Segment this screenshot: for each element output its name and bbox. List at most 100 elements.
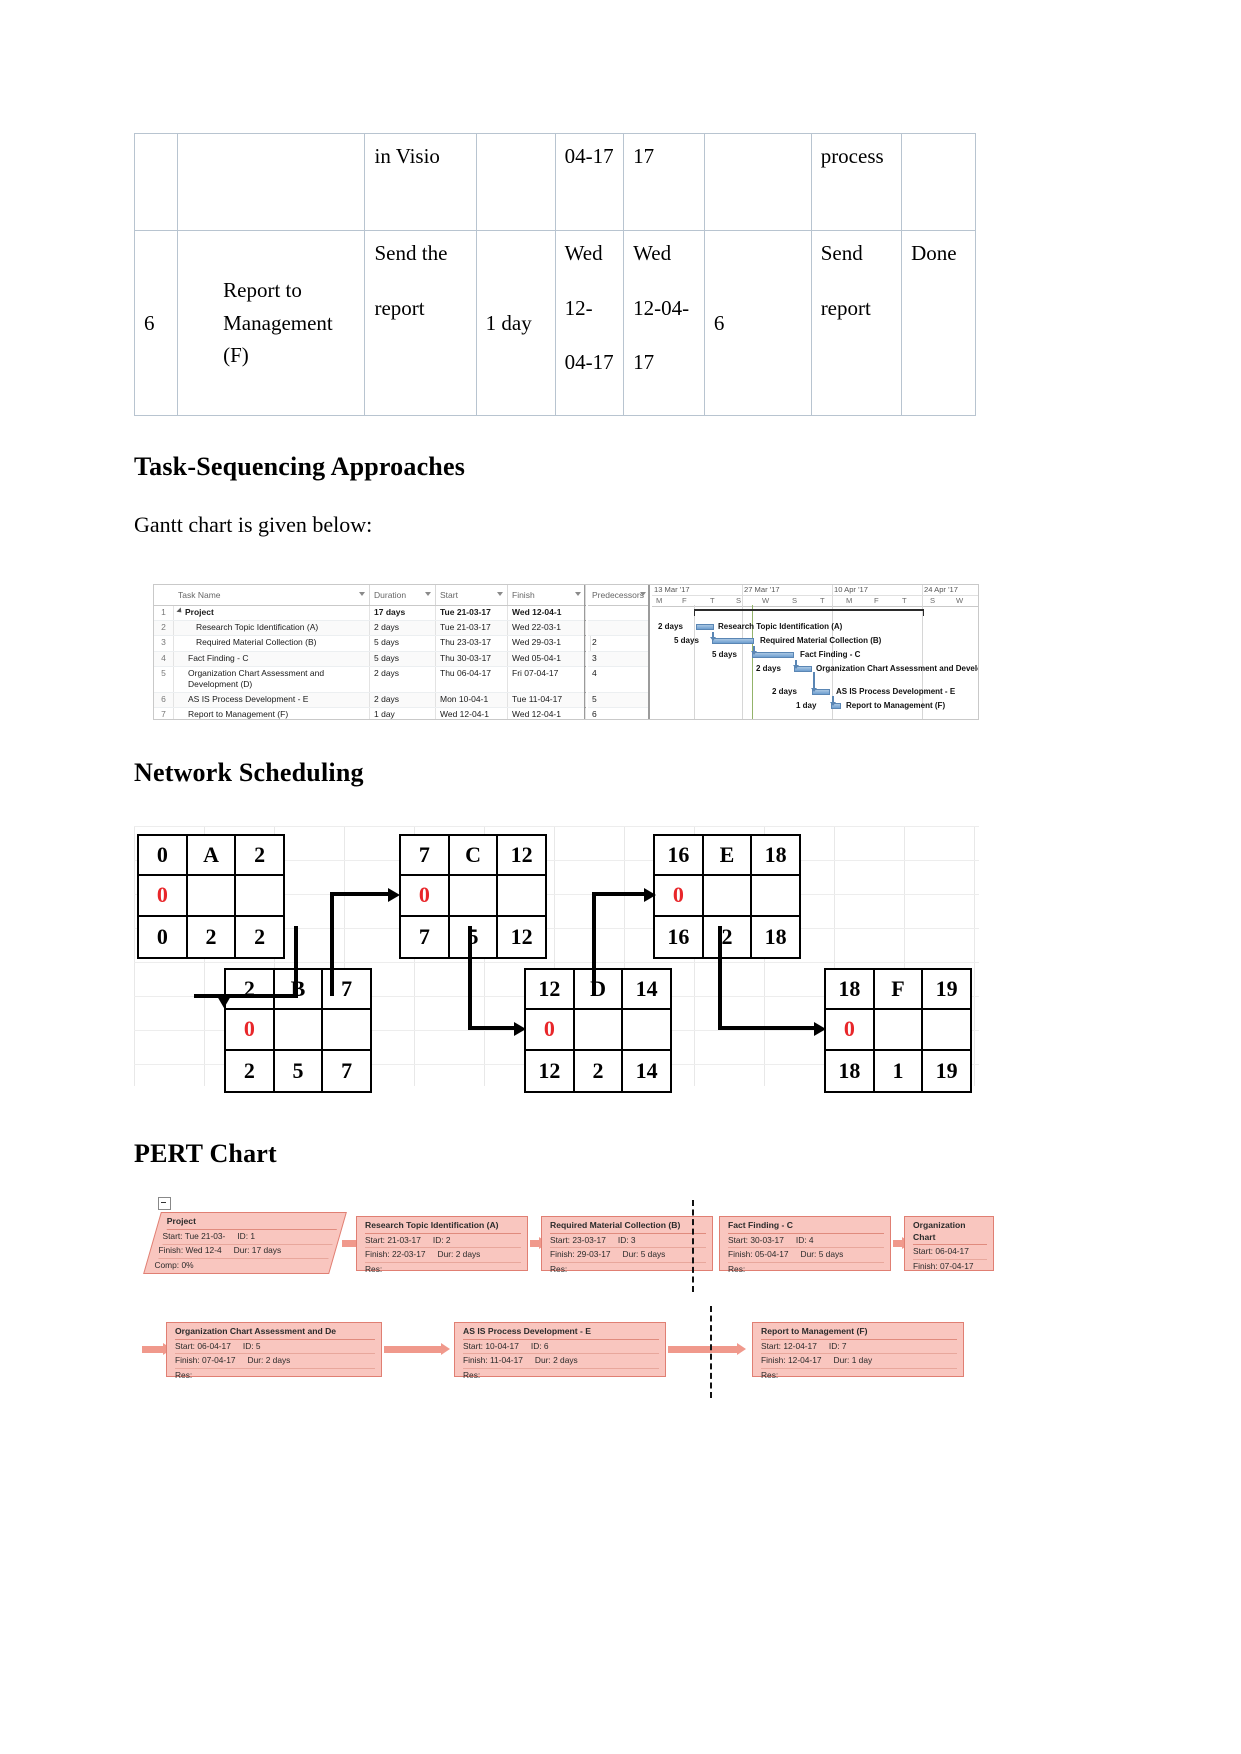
pert-node-project[interactable]: Project Start: Tue 21-03- ID: 1 Finish: W… (143, 1212, 347, 1274)
gantt-task-name: Required Material Collection (B) (174, 636, 370, 651)
gantt-row[interactable]: 1 Project 17 days Tue 21-03-17 Wed 12-04… (154, 606, 586, 622)
pert-node-c[interactable]: Fact Finding - C Start: 30-03-17 ID: 4 Fi… (719, 1216, 891, 1274)
node-activity: E (704, 836, 753, 875)
node-late-start: 0 (139, 916, 188, 957)
pert-node-start-id: Start: 23-03-17 ID: 3 (550, 1235, 706, 1249)
week-label: 27 Mar '17 (744, 585, 780, 594)
gantt-duration: 5 days (370, 651, 436, 666)
node-early-start: 12 (526, 970, 575, 1009)
pert-node-finish: Finish: 07-04-17 (913, 1261, 987, 1270)
pert-node-res: Res: (550, 1263, 568, 1274)
gantt-bar-b[interactable] (712, 638, 754, 644)
network-node-f[interactable]: 18 F 19 0 18 1 19 (824, 968, 972, 1093)
network-node-e[interactable]: 16 E 18 0 16 2 18 (653, 834, 801, 959)
gantt-bar-a[interactable] (696, 624, 714, 630)
gantt-start: Mon 10-04-1 (436, 692, 508, 707)
gantt-col-duration[interactable]: Duration (370, 585, 436, 605)
gantt-timescale: 13 Mar '17 27 Mar '17 10 Apr '17 24 Apr … (652, 585, 978, 719)
pert-node-d[interactable]: Organization Chart Assessment and De Sta… (166, 1322, 382, 1380)
pert-node-a[interactable]: Research Topic Identification (A) Start:… (356, 1216, 528, 1274)
node-activity: F (875, 970, 924, 1009)
pert-node-d-partial[interactable]: Organization Chart Start: 06-04-17 Finis… (904, 1216, 994, 1271)
collapse-triangle-icon[interactable] (176, 607, 184, 615)
gantt-duration: 17 days (370, 606, 436, 621)
cell-duration (475, 133, 556, 231)
gantt-chart: Task Name Duration Start Finish 1 Projec… (153, 584, 979, 720)
gantt-bar-c[interactable] (752, 652, 794, 658)
gantt-pred-cell: 4 (588, 667, 648, 693)
gantt-intro-text: Gantt chart is given below: (134, 512, 373, 537)
desc-line-2: report (374, 295, 425, 320)
gantt-row-number: 2 (154, 621, 174, 636)
cell-status: Done (901, 230, 976, 416)
pert-node-finish-dur: Finish: 11-04-17 Dur: 2 days (463, 1355, 659, 1369)
gantt-col-finish[interactable]: Finish (508, 585, 586, 605)
chevron-down-icon[interactable] (497, 592, 503, 596)
gantt-pred-cell: 3 (588, 651, 648, 667)
finish-line-3: 17 (633, 350, 655, 375)
node-slack: 0 (401, 876, 450, 915)
chevron-down-icon[interactable] (640, 592, 646, 596)
cell-resources: Send report (810, 230, 903, 416)
node-duration: 5 (275, 1050, 324, 1091)
gantt-task-name: Research Topic Identification (A) (174, 621, 370, 636)
table-row: 6 Report to Management (F) Send the repo… (133, 230, 976, 416)
gantt-pred-cell: 2 (588, 636, 648, 652)
gantt-bar-text: Report to Management (F) (846, 701, 946, 710)
pert-node-start: Start: 06-04-17 (913, 1246, 987, 1260)
gantt-summary-bar (694, 609, 924, 616)
network-link-a-b (294, 926, 298, 998)
chevron-down-icon[interactable] (359, 592, 365, 596)
node-early-finish: 12 (510, 842, 533, 868)
task-detail-table: in Visio 04-17 17 process 6 Report to Ma… (133, 133, 976, 416)
desc-line-1: Send the (374, 241, 448, 265)
gantt-row-number: 7 (154, 707, 174, 719)
gantt-row-number: 3 (154, 636, 174, 651)
gantt-task-name: Fact Finding - C (174, 651, 370, 666)
node-early-start: 2 (226, 970, 275, 1009)
node-early-start: 7 (401, 836, 450, 875)
network-node-d[interactable]: 12 D 14 0 12 2 14 (524, 968, 672, 1093)
cell-description: in Visio (364, 133, 477, 231)
page-heading-network-scheduling: Network Scheduling (134, 758, 364, 787)
gantt-duration: 2 days (370, 621, 436, 636)
week-label: 10 Apr '17 (834, 585, 868, 594)
gantt-finish: Fri 07-04-17 (508, 666, 586, 692)
node-slack: 0 (526, 1010, 575, 1049)
gantt-row[interactable]: 7 Report to Management (F) 1 day Wed 12-… (154, 707, 586, 719)
node-slack: 0 (226, 1010, 275, 1049)
pert-node-f[interactable]: Report to Management (F) Start: 12-04-17… (752, 1322, 964, 1380)
network-node-a[interactable]: 0 A 2 0 0 2 2 (137, 834, 285, 959)
network-node-b[interactable]: 2 B 7 0 2 5 7 (224, 968, 372, 1093)
gantt-row[interactable]: 4 Fact Finding - C 5 days Thu 30-03-17 W… (154, 651, 586, 667)
gantt-timeline-pane: Predecessors 2 3 4 5 6 13 Mar '17 27 Mar… (588, 585, 978, 719)
chevron-down-icon[interactable] (425, 592, 431, 596)
node-early-finish: 18 (764, 842, 787, 868)
gantt-col-task-name[interactable]: Task Name (174, 585, 370, 605)
cell-start: Wed 12- 04-17 (554, 230, 625, 416)
gantt-start: Thu 06-04-17 (436, 666, 508, 692)
pert-node-b[interactable]: Required Material Collection (B) Start: … (541, 1216, 713, 1274)
pert-link-4 (142, 1343, 172, 1355)
network-node-c[interactable]: 7 C 12 0 7 5 12 (399, 834, 547, 959)
gantt-row[interactable]: 5 Organization Chart Assessment and Deve… (154, 666, 586, 693)
gantt-row[interactable]: 6 AS IS Process Development - E 2 days M… (154, 692, 586, 708)
pert-node-title: Research Topic Identification (A) (365, 1220, 521, 1234)
arrow-head-icon (814, 1022, 826, 1036)
gantt-row[interactable]: 3 Required Material Collection (B) 5 day… (154, 636, 591, 652)
pert-node-title: Report to Management (F) (761, 1326, 957, 1340)
chevron-down-icon[interactable] (575, 592, 581, 596)
pert-link-3 (893, 1237, 911, 1249)
gantt-row[interactable]: 2 Research Topic Identification (A) 2 da… (154, 621, 586, 637)
pert-node-e[interactable]: AS IS Process Development - E Start: 10-… (454, 1322, 666, 1380)
cell-resources: process (810, 133, 903, 231)
node-late-start: 16 (655, 916, 704, 957)
collapse-box-icon[interactable] (158, 1197, 171, 1210)
node-slack: 0 (139, 876, 188, 915)
gantt-col-start[interactable]: Start (436, 585, 508, 605)
start-line-1: Wed (564, 241, 603, 265)
pert-node-res: Res: (761, 1369, 779, 1380)
arrow-head-icon (217, 996, 231, 1008)
gantt-col-predecessors[interactable]: Predecessors (588, 585, 650, 605)
gantt-bars-area: 2 days Research Topic Identification (A)… (652, 605, 978, 719)
